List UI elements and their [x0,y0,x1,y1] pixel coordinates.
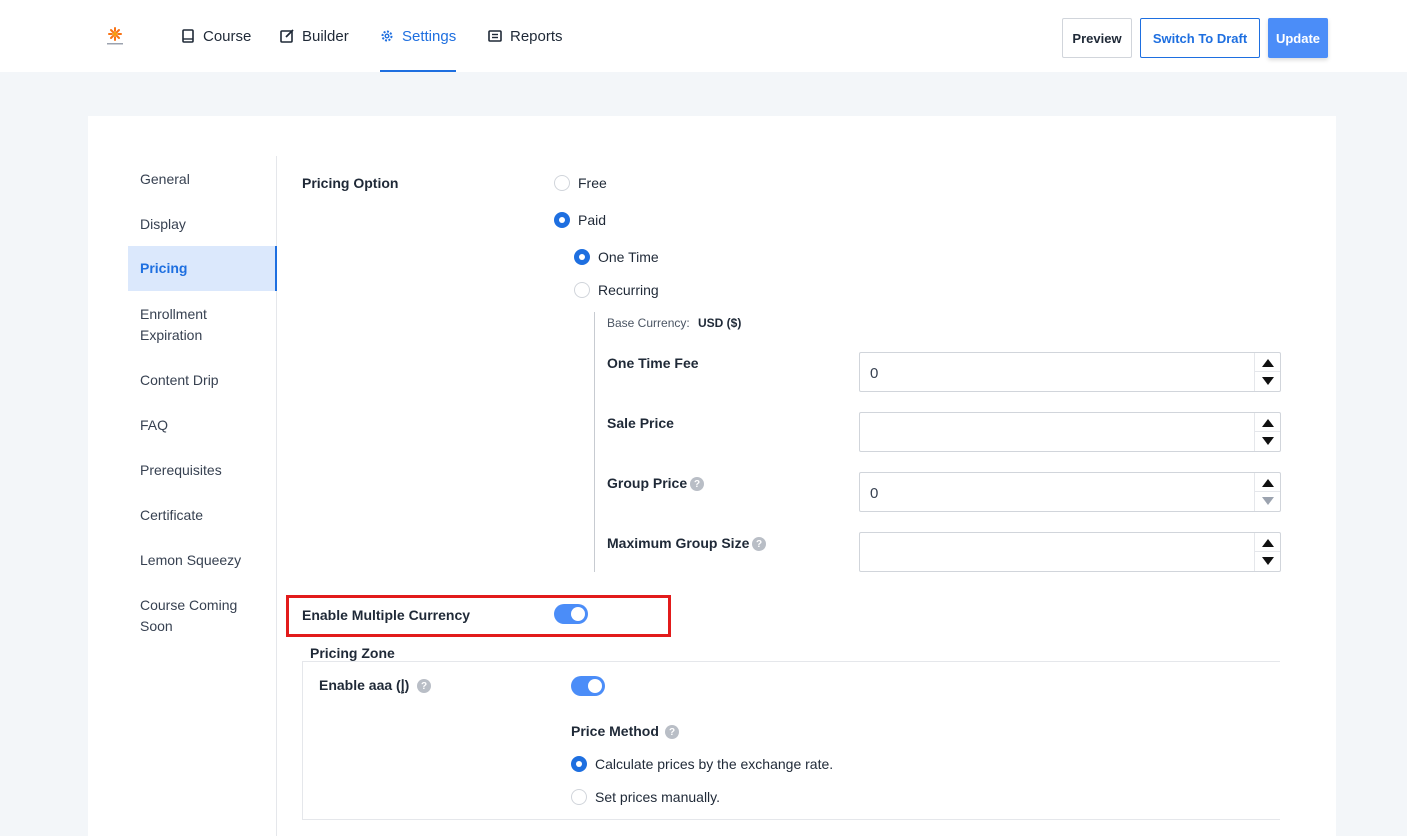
tab-builder-label: Builder [302,27,349,45]
radio-recurring-label: Recurring [598,282,659,298]
radio-one-time-label: One Time [598,249,659,265]
pricing-option-label: Pricing Option [302,175,399,191]
preview-button[interactable]: Preview [1062,18,1132,58]
one-time-fee-value: 0 [870,365,879,382]
group-price-value: 0 [870,485,879,502]
pricing-zone-box [302,661,1280,820]
top-bar: Course Builder Settings Reports Preview … [0,0,1407,72]
help-icon[interactable]: ? [690,477,704,491]
radio-manual-label: Set prices manually. [595,789,721,805]
pricing-zone-title: Pricing Zone [310,645,395,661]
one-time-fee-spinner[interactable] [1254,353,1280,391]
sidebar-item-pricing[interactable]: Pricing [128,246,277,291]
tab-course[interactable]: Course [181,0,251,72]
book-icon [182,29,194,43]
sidebar-item-course-coming-soon[interactable]: Course Coming Soon [128,595,253,637]
sidebar-item-certificate[interactable]: Certificate [128,505,277,526]
sidebar-item-lemon-squeezy[interactable]: Lemon Squeezy [128,550,277,571]
enable-zone-label: Enable aaa (إ) [319,677,410,693]
tab-builder[interactable]: Builder [280,0,349,72]
one-time-fee-input[interactable]: 0 [859,352,1281,392]
tab-course-label: Course [203,27,252,45]
sidebar-item-content-drip[interactable]: Content Drip [128,370,277,391]
arrow-down-icon[interactable] [1262,377,1274,385]
tab-reports-label: Reports [510,27,563,45]
enable-zone-toggle[interactable] [571,676,605,696]
radio-manual[interactable] [571,789,587,805]
base-currency-label: Base Currency: [607,316,690,330]
radio-paid[interactable] [554,212,570,228]
sidebar-item-prerequisites[interactable]: Prerequisites [128,460,277,481]
sale-price-input[interactable] [859,412,1281,452]
max-group-size-label: Maximum Group Size [607,535,750,551]
group-price-label: Group Price [607,475,688,491]
sidebar-item-enrollment-expiration[interactable]: Enrollment Expiration [128,304,248,346]
radio-one-time[interactable] [574,249,590,265]
help-icon[interactable]: ? [665,725,679,739]
logo-icon [107,27,123,45]
arrow-down-icon[interactable] [1262,437,1274,445]
help-icon[interactable]: ? [752,537,766,551]
one-time-fee-label: One Time Fee [607,355,699,371]
multi-currency-toggle[interactable] [554,604,588,624]
radio-free[interactable] [554,175,570,191]
tab-reports[interactable]: Reports [488,0,563,72]
update-button[interactable]: Update [1268,18,1328,58]
arrow-down-icon[interactable] [1262,557,1274,565]
gear-icon [381,30,393,42]
arrow-up-icon[interactable] [1262,359,1274,367]
max-group-size-input[interactable] [859,532,1281,572]
sidebar-item-general[interactable]: General [128,169,277,190]
max-group-size-spinner[interactable] [1254,533,1280,571]
radio-exchange-rate-label: Calculate prices by the exchange rate. [595,756,834,772]
radio-paid-label: Paid [578,212,607,228]
edit-icon [280,29,294,43]
sale-price-spinner[interactable] [1254,413,1280,451]
help-icon[interactable]: ? [417,679,431,693]
radio-recurring[interactable] [574,282,590,298]
radio-free-label: Free [578,175,607,191]
sidebar-item-pricing-label: Pricing [140,260,188,276]
arrow-up-icon[interactable] [1262,539,1274,547]
tab-settings-label: Settings [402,27,457,45]
arrow-up-icon[interactable] [1262,479,1274,487]
sale-price-label: Sale Price [607,415,674,431]
group-price-input[interactable]: 0 [859,472,1281,512]
sidebar-item-display[interactable]: Display [128,214,277,235]
report-icon [488,30,502,42]
group-price-spinner[interactable] [1254,473,1280,511]
base-currency-value: USD ($) [698,316,742,330]
pricing-fields-divider [594,312,595,572]
sidebar-item-faq[interactable]: FAQ [128,415,277,436]
radio-exchange-rate[interactable] [571,756,587,772]
arrow-down-icon[interactable] [1262,497,1274,505]
arrow-up-icon[interactable] [1262,419,1274,427]
price-method-label: Price Method [571,723,659,739]
multi-currency-label: Enable Multiple Currency [302,607,471,623]
tab-settings[interactable]: Settings [380,0,457,72]
switch-to-draft-button[interactable]: Switch To Draft [1140,18,1260,58]
